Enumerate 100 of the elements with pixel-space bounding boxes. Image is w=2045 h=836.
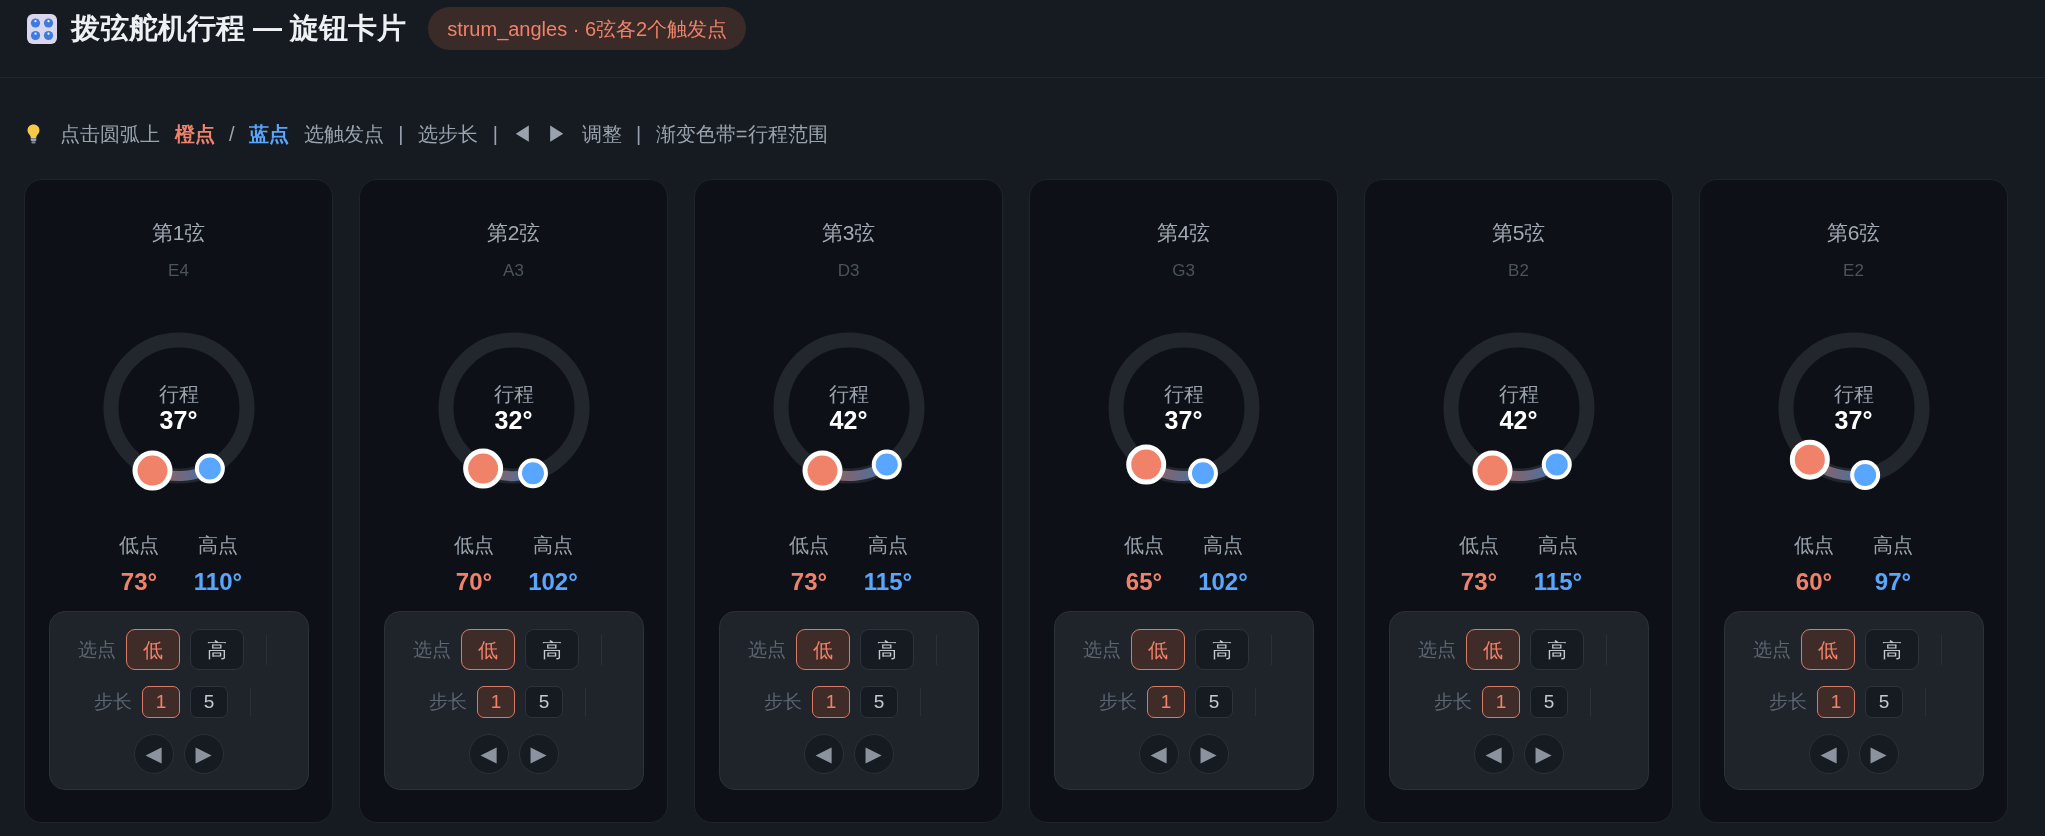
- travel-label: 行程: [493, 382, 534, 406]
- point-option-button[interactable]: 高: [190, 629, 244, 670]
- control-knobs-icon: [27, 13, 57, 44]
- increase-button[interactable]: ▶: [853, 734, 894, 774]
- dial-track[interactable]: [773, 332, 924, 491]
- string-title: 第2弦: [486, 220, 541, 246]
- point-option-button[interactable]: 低: [796, 629, 850, 670]
- high-point-handle[interactable]: [1849, 460, 1880, 491]
- low-label: 低点: [789, 533, 829, 558]
- dial-track[interactable]: [103, 332, 254, 491]
- point-label: 选点: [78, 637, 116, 662]
- high-point-handle[interactable]: [1187, 458, 1218, 489]
- low-value: 60°: [1795, 567, 1833, 597]
- low-point-handle[interactable]: [462, 448, 503, 489]
- info-badge: strum_angles · 6弦各2个触发点: [428, 7, 747, 50]
- point-label: 选点: [1418, 637, 1456, 662]
- high-point-handle[interactable]: [194, 453, 225, 484]
- low-label: 低点: [454, 533, 494, 558]
- decrease-button[interactable]: ◀: [1138, 734, 1179, 774]
- travel-value: 37°: [1834, 406, 1873, 434]
- increase-button[interactable]: ▶: [1858, 734, 1899, 774]
- high-label: 高点: [868, 533, 908, 558]
- dial-track[interactable]: [1108, 332, 1259, 489]
- high-point-handle[interactable]: [517, 458, 548, 489]
- step-label: 步长: [1769, 690, 1807, 714]
- step-option-button[interactable]: 1: [1147, 686, 1185, 718]
- hint-text: 点击圆弧上 橙点 / 蓝点 选触发点 | 选步长 | ◀ ▶ 调整 | 渐变色带=行程范围: [60, 122, 828, 147]
- string-title: 第5弦: [1491, 220, 1546, 246]
- point-option-button[interactable]: 高: [860, 629, 914, 670]
- dial-track[interactable]: [1778, 332, 1929, 491]
- note-name: B2: [1508, 260, 1529, 282]
- step-label: 步长: [1099, 690, 1137, 714]
- high-value: 115°: [863, 567, 913, 597]
- travel-value: 37°: [159, 406, 198, 434]
- step-option-button[interactable]: 5: [1530, 686, 1568, 718]
- travel-value: 37°: [1164, 406, 1203, 434]
- step-label: 步长: [94, 690, 132, 714]
- page-title: 拨弦舵机行程 — 旋钮卡片: [71, 11, 407, 46]
- low-point-handle[interactable]: [802, 450, 842, 491]
- point-option-button[interactable]: 高: [525, 629, 579, 670]
- dial-track[interactable]: [1443, 332, 1594, 491]
- travel-label: 行程: [1498, 382, 1539, 406]
- point-option-button[interactable]: 低: [1466, 629, 1520, 670]
- low-label: 低点: [1124, 533, 1164, 558]
- increase-button[interactable]: ▶: [518, 734, 559, 774]
- step-option-button[interactable]: 5: [190, 686, 228, 718]
- decrease-button[interactable]: ◀: [1808, 734, 1849, 774]
- decrease-button[interactable]: ◀: [133, 734, 174, 774]
- point-label: 选点: [1753, 637, 1791, 662]
- step-option-button[interactable]: 5: [860, 686, 898, 718]
- low-value: 73°: [1460, 567, 1498, 597]
- step-option-button[interactable]: 1: [477, 686, 515, 718]
- point-label: 选点: [413, 637, 451, 662]
- high-label: 高点: [198, 533, 238, 558]
- step-option-button[interactable]: 5: [1865, 686, 1903, 718]
- decrease-button[interactable]: ◀: [803, 734, 844, 774]
- travel-value: 42°: [829, 406, 868, 434]
- low-point-handle[interactable]: [1472, 450, 1512, 491]
- point-option-button[interactable]: 低: [126, 629, 180, 670]
- increase-button[interactable]: ▶: [1523, 734, 1564, 774]
- note-name: G3: [1172, 260, 1195, 282]
- step-option-button[interactable]: 5: [1195, 686, 1233, 718]
- increase-button[interactable]: ▶: [183, 734, 224, 774]
- point-option-button[interactable]: 低: [1131, 629, 1185, 670]
- step-option-button[interactable]: 1: [1482, 686, 1520, 718]
- point-option-button[interactable]: 低: [461, 629, 515, 670]
- point-option-button[interactable]: 高: [1195, 629, 1249, 670]
- low-value: 73°: [790, 567, 828, 597]
- step-label: 步长: [764, 690, 802, 714]
- step-option-button[interactable]: 1: [1817, 686, 1855, 718]
- travel-label: 行程: [158, 382, 199, 406]
- lightbulb-icon: [27, 124, 40, 144]
- high-label: 高点: [1538, 533, 1578, 558]
- step-option-button[interactable]: 1: [812, 686, 850, 718]
- step-option-button[interactable]: 5: [525, 686, 563, 718]
- travel-label: 行程: [1833, 382, 1874, 406]
- point-label: 选点: [748, 637, 786, 662]
- point-option-button[interactable]: 高: [1865, 629, 1919, 670]
- string-title: 第4弦: [1156, 220, 1211, 246]
- increase-button[interactable]: ▶: [1188, 734, 1229, 774]
- high-point-handle[interactable]: [871, 449, 902, 480]
- low-point-handle[interactable]: [132, 450, 172, 491]
- low-point-handle[interactable]: [1789, 439, 1830, 480]
- point-option-button[interactable]: 低: [1801, 629, 1855, 670]
- step-option-button[interactable]: 1: [142, 686, 180, 718]
- point-option-button[interactable]: 高: [1530, 629, 1584, 670]
- step-label: 步长: [429, 690, 467, 714]
- low-value: 70°: [455, 567, 493, 597]
- high-label: 高点: [1873, 533, 1913, 558]
- decrease-button[interactable]: ◀: [468, 734, 509, 774]
- low-point-handle[interactable]: [1125, 444, 1166, 485]
- low-label: 低点: [1459, 533, 1499, 558]
- high-label: 高点: [1203, 533, 1243, 558]
- dial-track[interactable]: [438, 332, 589, 489]
- high-point-handle[interactable]: [1541, 449, 1572, 480]
- point-label: 选点: [1083, 637, 1121, 662]
- low-value: 65°: [1125, 567, 1163, 597]
- decrease-button[interactable]: ◀: [1473, 734, 1514, 774]
- string-title: 第3弦: [821, 220, 876, 246]
- high-value: 102°: [1198, 567, 1248, 597]
